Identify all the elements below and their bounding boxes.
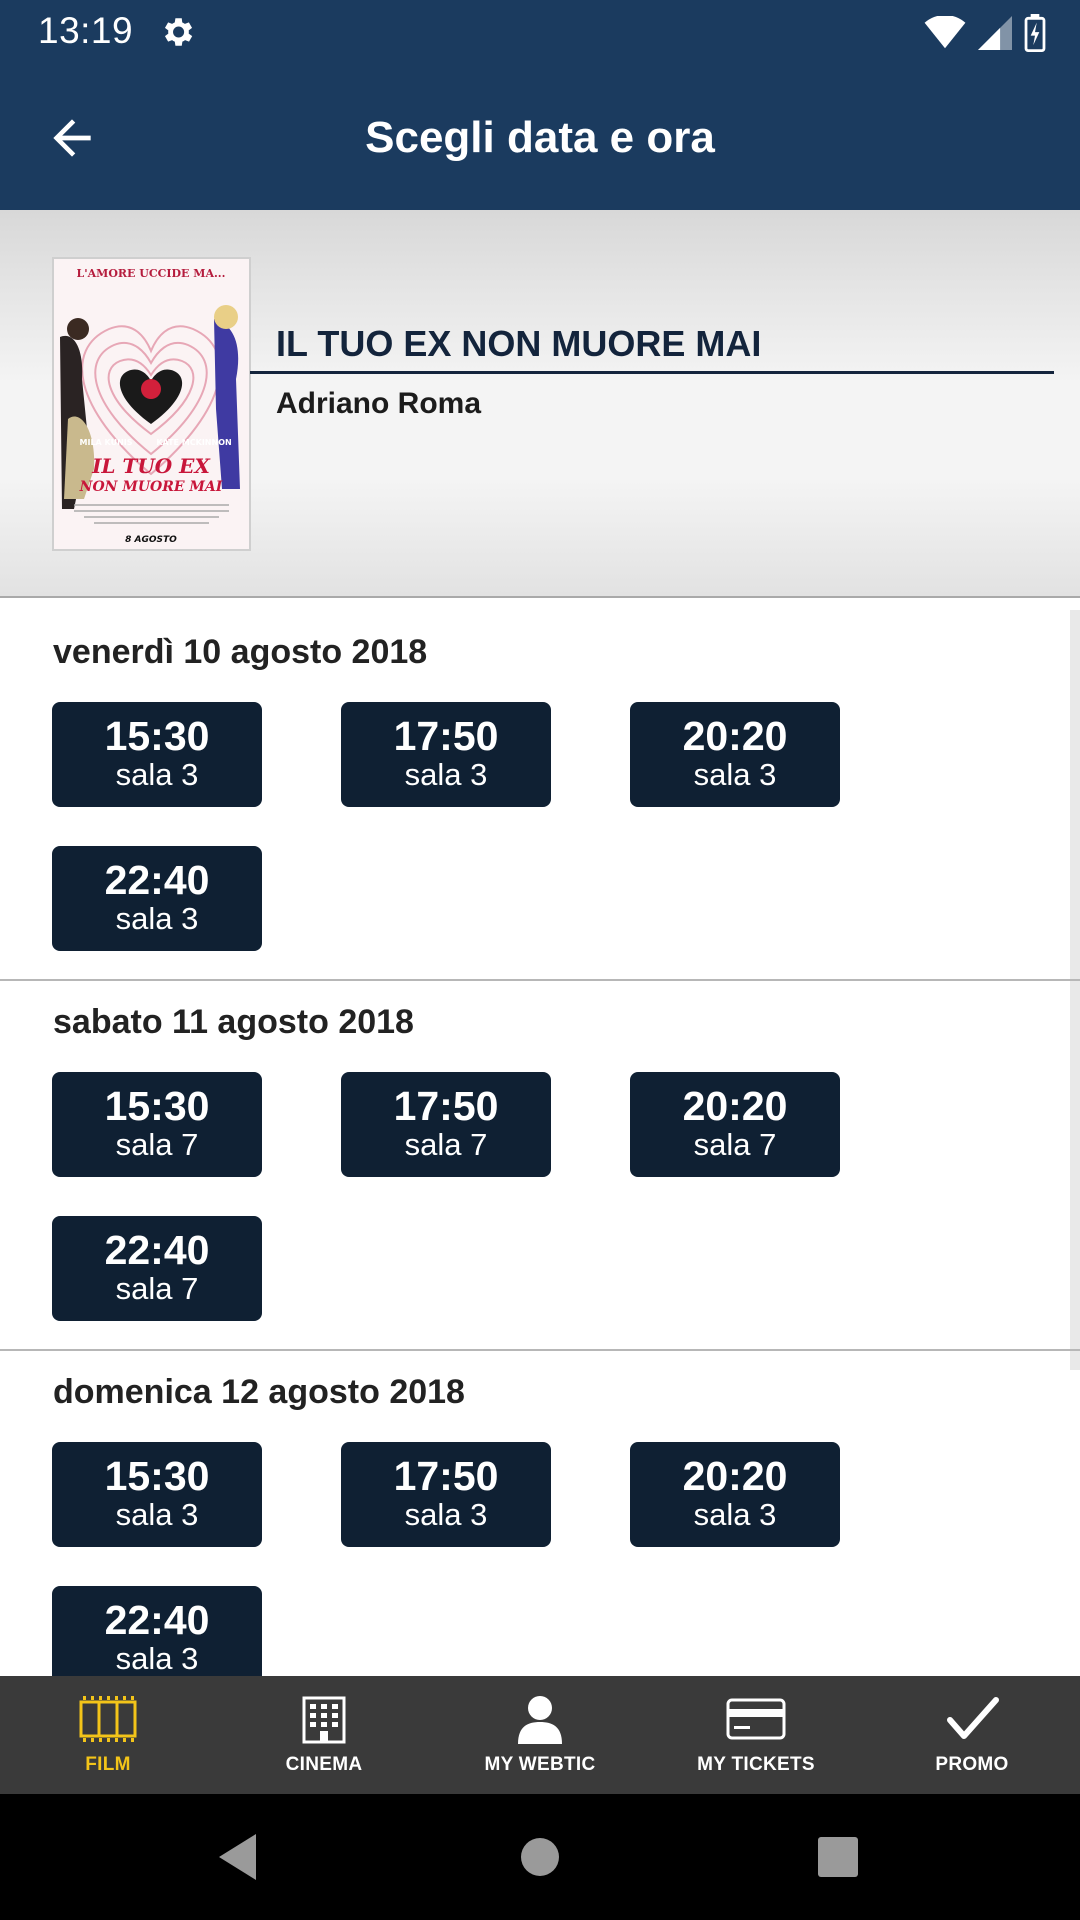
status-time: 13:19 xyxy=(38,10,134,51)
poster-actor-left: MILA KUNIS xyxy=(80,438,133,447)
cinema-building-icon xyxy=(302,1696,346,1744)
nav-item-promo[interactable]: PROMO xyxy=(864,1676,1080,1794)
showtime-time: 17:50 xyxy=(393,713,499,759)
showtime-time: 15:30 xyxy=(104,1083,210,1129)
showtime-button[interactable]: 15:30 sala 3 xyxy=(52,1442,262,1547)
film-icon xyxy=(79,1696,137,1742)
bottom-navigation: FILM CINEMA MY WEBTIC MY TICKETS PROMO xyxy=(0,1676,1080,1794)
day-title: venerdì 10 agosto 2018 xyxy=(53,633,428,671)
day-divider xyxy=(0,1349,1080,1351)
wifi-icon xyxy=(924,16,966,49)
film-title-divider xyxy=(250,371,1054,374)
showtime-hall: sala 7 xyxy=(693,1127,777,1162)
day-title: sabato 11 agosto 2018 xyxy=(53,1003,414,1041)
nav-label: FILM xyxy=(85,1754,131,1775)
showtime-hall: sala 3 xyxy=(115,757,199,792)
film-poster[interactable]: L'AMORE UCCIDE MA... MILA KUNIS KATE MCK… xyxy=(52,257,251,551)
showtime-button[interactable]: 22:40 sala 3 xyxy=(52,846,262,951)
showtime-time: 17:50 xyxy=(393,1453,499,1499)
showtime-time: 15:30 xyxy=(104,713,210,759)
showtime-time: 22:40 xyxy=(104,1597,210,1643)
showtime-hall: sala 7 xyxy=(115,1271,199,1306)
poster-title-line2: NON MUORE MAI xyxy=(79,479,223,495)
showtime-time: 20:20 xyxy=(682,713,788,759)
showtime-button[interactable]: 17:50 sala 3 xyxy=(341,1442,551,1547)
nav-label: MY TICKETS xyxy=(697,1754,815,1775)
showtime-button[interactable]: 22:40 sala 7 xyxy=(52,1216,262,1321)
showtime-hall: sala 3 xyxy=(693,757,777,792)
showtime-time: 20:20 xyxy=(682,1453,788,1499)
system-recents-icon[interactable] xyxy=(775,1794,901,1920)
showtime-time: 17:50 xyxy=(393,1083,499,1129)
poster-actor-right: KATE MCKINNON xyxy=(156,438,231,447)
nav-item-film[interactable]: FILM xyxy=(0,1676,216,1794)
poster-title-line1: IL TUO EX xyxy=(91,454,211,478)
status-bar: 13:19 xyxy=(0,0,1080,63)
poster-release: 8 AGOSTO xyxy=(125,535,177,545)
system-home-icon[interactable] xyxy=(477,1794,603,1920)
film-title: IL TUO EX NON MUORE MAI xyxy=(276,323,762,364)
showtime-button[interactable]: 15:30 sala 7 xyxy=(52,1072,262,1177)
poster-tagline: L'AMORE UCCIDE MA... xyxy=(77,267,226,280)
showtime-hall: sala 3 xyxy=(115,1641,199,1676)
nav-label: CINEMA xyxy=(285,1754,363,1775)
nav-item-my-webtic[interactable]: MY WEBTIC xyxy=(432,1676,648,1794)
showtime-hall: sala 7 xyxy=(404,1127,488,1162)
page-title: Scegli data e ora xyxy=(365,113,715,162)
showtime-button[interactable]: 20:20 sala 3 xyxy=(630,1442,840,1547)
settings-gear-icon xyxy=(164,18,193,46)
nav-label: MY WEBTIC xyxy=(484,1754,596,1775)
showtime-button[interactable]: 20:20 sala 7 xyxy=(630,1072,840,1177)
card-icon xyxy=(726,1698,786,1740)
nav-item-my-tickets[interactable]: MY TICKETS xyxy=(648,1676,864,1794)
showtime-button[interactable]: 15:30 sala 3 xyxy=(52,702,262,807)
system-back-icon[interactable] xyxy=(176,1794,302,1920)
showtime-time: 15:30 xyxy=(104,1453,210,1499)
day-title: domenica 12 agosto 2018 xyxy=(53,1373,465,1411)
showtime-hall: sala 3 xyxy=(404,1497,488,1532)
showtime-hall: sala 3 xyxy=(693,1497,777,1532)
system-navigation-bar xyxy=(0,1794,1080,1920)
nav-item-cinema[interactable]: CINEMA xyxy=(216,1676,432,1794)
showtime-hall: sala 3 xyxy=(115,901,199,936)
showtime-hall: sala 3 xyxy=(115,1497,199,1532)
user-icon xyxy=(518,1696,562,1744)
cinema-name: Adriano Roma xyxy=(276,387,482,420)
showtime-time: 22:40 xyxy=(104,857,210,903)
status-icons xyxy=(924,14,1046,52)
nav-label: PROMO xyxy=(935,1754,1009,1775)
showtime-time: 20:20 xyxy=(682,1083,788,1129)
film-header: L'AMORE UCCIDE MA... MILA KUNIS KATE MCK… xyxy=(0,210,1080,598)
battery-charging-icon xyxy=(1024,14,1046,52)
showtime-button[interactable]: 17:50 sala 7 xyxy=(341,1072,551,1177)
cellular-signal-icon xyxy=(978,16,1012,50)
showtime-button[interactable]: 17:50 sala 3 xyxy=(341,702,551,807)
showtime-button[interactable]: 22:40 sala 3 xyxy=(52,1586,262,1676)
day-divider xyxy=(0,979,1080,981)
showtime-time: 22:40 xyxy=(104,1227,210,1273)
showtimes-list[interactable]: venerdì 10 agosto 2018 15:30 sala 3 17:5… xyxy=(0,600,1080,1676)
showtime-button[interactable]: 20:20 sala 3 xyxy=(630,702,840,807)
showtime-hall: sala 3 xyxy=(404,757,488,792)
showtime-hall: sala 7 xyxy=(115,1127,199,1162)
app-bar: Scegli data e ora xyxy=(0,63,1080,210)
scrollbar[interactable] xyxy=(1070,610,1080,1370)
poster-artwork: L'AMORE UCCIDE MA... MILA KUNIS KATE MCK… xyxy=(54,259,249,549)
checkmark-icon xyxy=(947,1697,999,1739)
